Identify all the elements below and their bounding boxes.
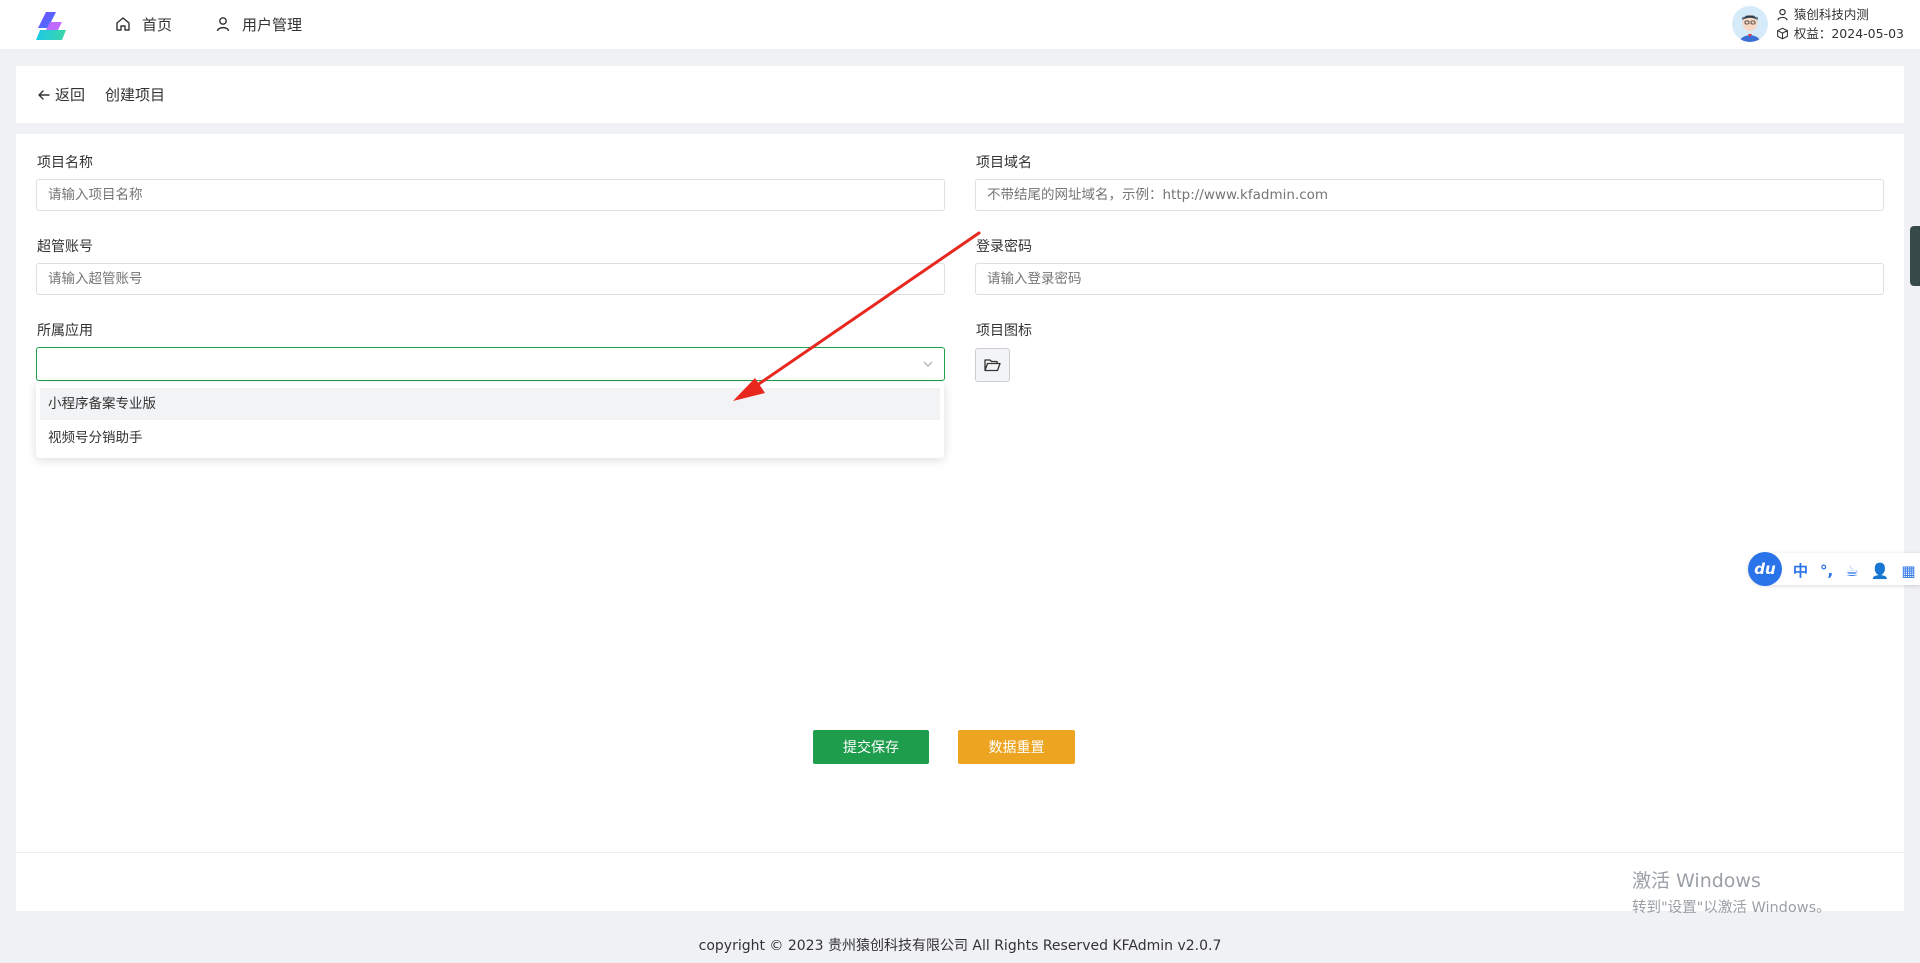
back-button[interactable]: 返回: [37, 84, 85, 105]
nav-home-label: 首页: [142, 15, 173, 34]
app-label: 所属应用: [37, 323, 93, 339]
login-password-label: 登录密码: [976, 239, 1032, 255]
folder-open-icon: [984, 359, 1001, 372]
watermark-title: 激活 Windows: [1632, 870, 1761, 892]
windows-activation-watermark: 激活 Windows 转到"设置"以激活 Windows。: [1632, 866, 1831, 917]
cube-icon: [1776, 27, 1788, 40]
user-icon: [216, 17, 230, 32]
arrow-left-icon: [38, 89, 50, 100]
reset-data-button[interactable]: 数据重置: [958, 730, 1075, 764]
dropdown-option[interactable]: 视频号分销助手: [40, 422, 940, 454]
watermark-subtitle: 转到"设置"以激活 Windows。: [1632, 900, 1831, 916]
admin-account-label: 超管账号: [37, 239, 93, 255]
project-name-label: 项目名称: [37, 155, 93, 171]
nav-home[interactable]: 首页: [115, 13, 172, 35]
user-icon: [1777, 8, 1788, 21]
back-label: 返回: [55, 86, 86, 104]
avatar: [1731, 6, 1768, 42]
project-name-input[interactable]: [36, 179, 945, 211]
app-logo[interactable]: [36, 12, 68, 40]
ime-toolbar-items: 中 °, ☕ 👤 ▦: [1793, 560, 1916, 581]
home-icon: [116, 17, 130, 31]
ime-skin-icon[interactable]: ☕: [1845, 562, 1858, 580]
dropdown-option[interactable]: 小程序备案专业版: [40, 388, 940, 420]
app-dropdown-menu: 小程序备案专业版 视频号分销助手: [36, 382, 944, 458]
user-profile[interactable]: 猿创科技内测 权益：2024-05-03: [1731, 4, 1904, 44]
icon-upload-button[interactable]: [975, 348, 1010, 382]
user-rights: 权益：2024-05-03: [1793, 26, 1904, 41]
ime-punctuation-icon[interactable]: °,: [1820, 562, 1833, 580]
ime-logo-icon[interactable]: du: [1748, 552, 1782, 586]
nav-users[interactable]: 用户管理: [215, 13, 302, 35]
copyright-footer: copyright © 2023 贵州猿创科技有限公司 All Rights R…: [698, 938, 1222, 954]
app-select[interactable]: [36, 347, 945, 381]
project-form: 项目名称 项目域名 超管账号 登录密码 所属应用 项目图标 小程序备案专业版 视…: [16, 134, 1904, 911]
user-name: 猿创科技内测: [1793, 7, 1869, 22]
side-panel-tab[interactable]: [1910, 226, 1920, 286]
nav-users-label: 用户管理: [242, 15, 303, 34]
login-password-input[interactable]: [975, 263, 1884, 295]
top-navbar: 首页 用户管理 猿创科技内测 权益：2024-05-03: [0, 0, 1920, 49]
ime-chinese-mode-icon[interactable]: 中: [1793, 560, 1808, 581]
submit-save-button[interactable]: 提交保存: [813, 730, 929, 764]
breadcrumb: 返回 创建项目: [16, 66, 1904, 123]
chevron-down-icon: [923, 361, 933, 367]
ime-menu-icon[interactable]: ▦: [1901, 562, 1915, 580]
project-domain-input[interactable]: [975, 179, 1884, 211]
project-icon-label: 项目图标: [976, 323, 1032, 339]
admin-account-input[interactable]: [36, 263, 945, 295]
form-footer: [16, 852, 1904, 912]
page-title: 创建项目: [105, 86, 166, 104]
ime-user-icon[interactable]: 👤: [1871, 562, 1890, 580]
project-domain-label: 项目域名: [976, 155, 1032, 171]
